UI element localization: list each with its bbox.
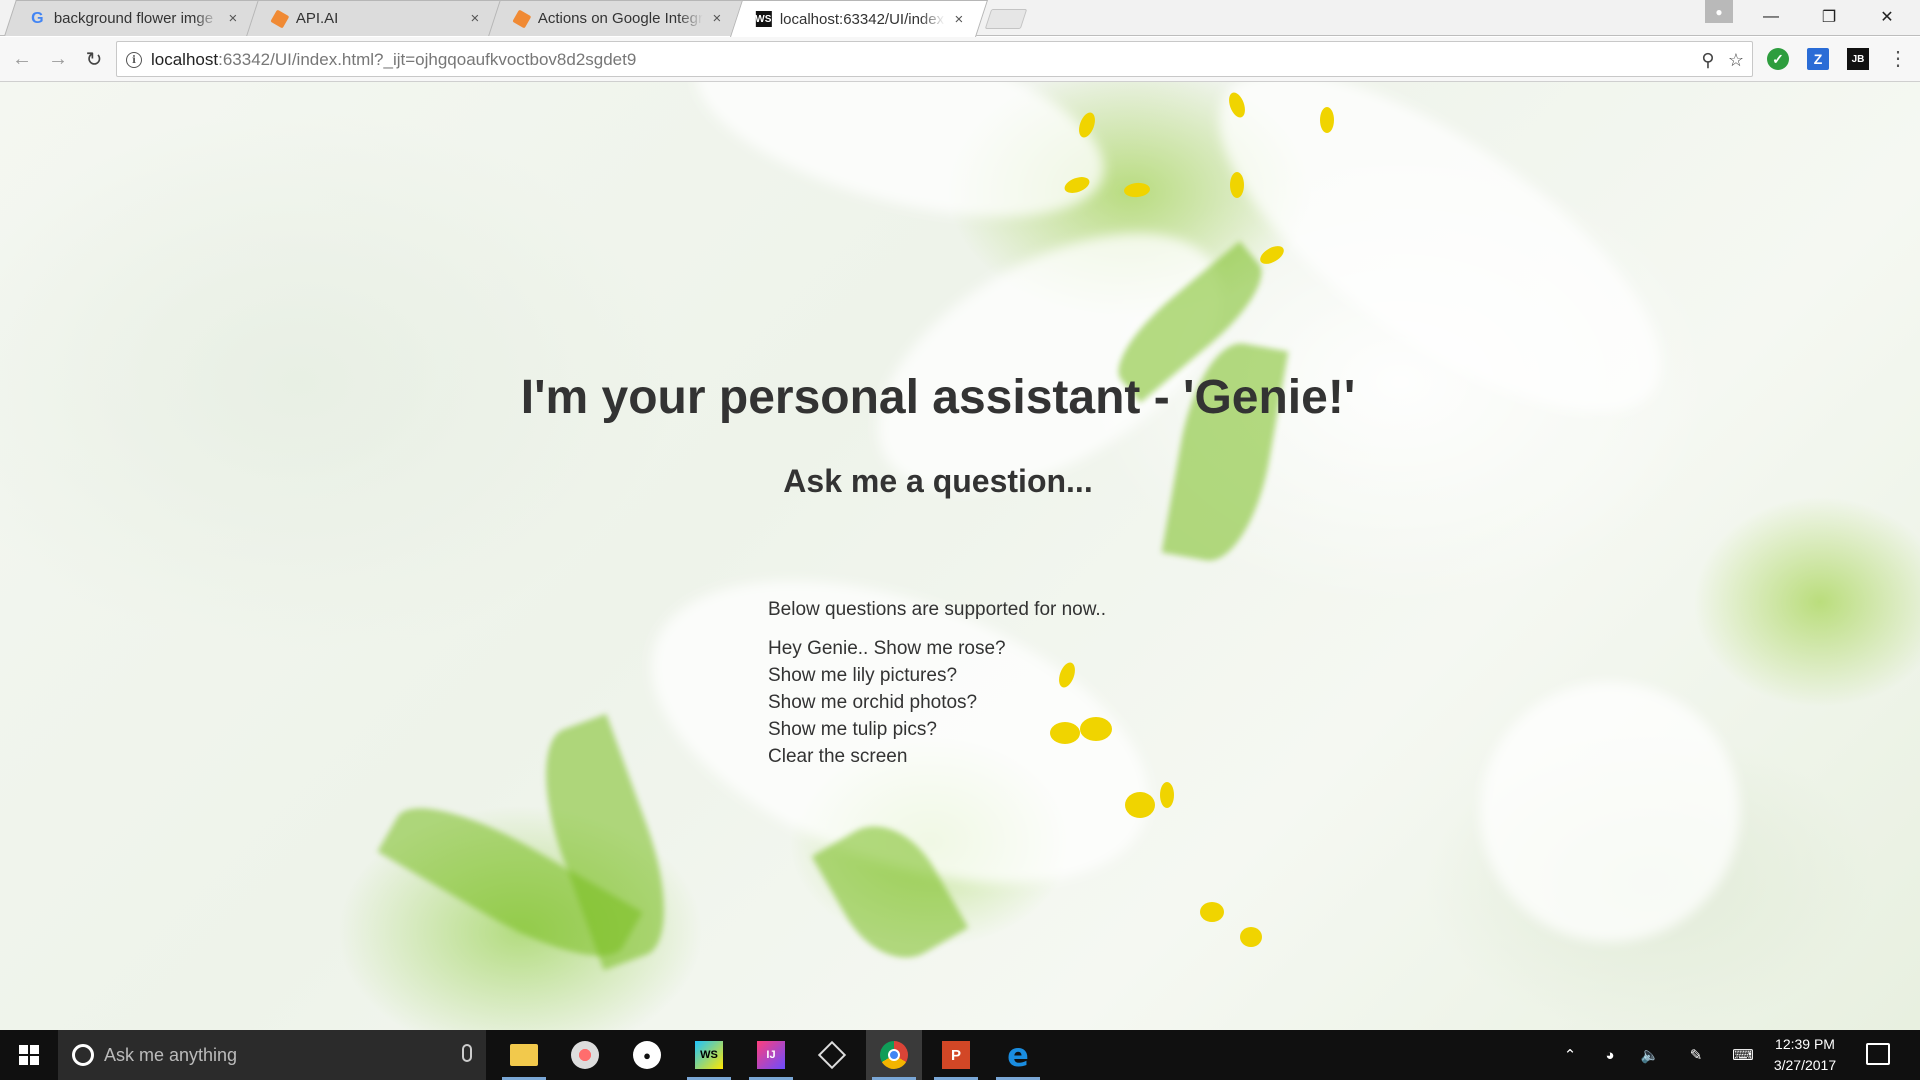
volume-icon[interactable]: 🔈 <box>1636 1030 1664 1080</box>
extension-z-icon[interactable]: Z <box>1807 48 1829 70</box>
new-tab-button[interactable] <box>984 9 1028 29</box>
back-arrow-icon[interactable]: ← <box>8 45 36 73</box>
close-icon[interactable]: × <box>951 11 967 28</box>
keyboard-icon[interactable]: ⌨ <box>1726 1030 1760 1080</box>
address-bar[interactable]: i localhost:63342/UI/index.html?_ijt=ojh… <box>116 41 1753 77</box>
url-text[interactable]: localhost:63342/UI/index.html?_ijt=ojhgq… <box>151 50 636 70</box>
info-icon[interactable]: i <box>126 52 142 68</box>
snipping-tool-icon <box>571 1041 599 1069</box>
minimize-button[interactable]: — <box>1748 0 1794 34</box>
assistant-panel: I'm your personal assistant - 'Genie!' A… <box>0 82 1920 1030</box>
tab-title: API.AI <box>295 10 339 27</box>
windows-logo-icon <box>19 1045 39 1065</box>
wifi-icon[interactable]: ◕ <box>1596 1030 1624 1080</box>
start-button[interactable] <box>0 1030 58 1080</box>
api-ai-cube-icon <box>511 8 531 29</box>
taskbar-powerpoint[interactable]: P <box>928 1030 984 1080</box>
tab-title: Actions on Google Integr <box>537 10 703 27</box>
pen-icon[interactable]: ✎ <box>1682 1030 1710 1080</box>
zoom-icon[interactable]: ⚲ <box>1697 49 1719 71</box>
page-subtitle: Ask me a question... <box>783 463 1093 499</box>
edge-icon: e <box>1007 1036 1029 1074</box>
taskbar-webstorm[interactable]: WS <box>681 1030 737 1080</box>
question-item-clear[interactable]: Clear the screen <box>768 743 1006 770</box>
restore-button[interactable]: ❐ <box>1806 0 1852 34</box>
webstorm-icon: WS <box>695 1041 723 1069</box>
extension-jetbrains-icon[interactable]: JB <box>1847 48 1869 70</box>
microphone-icon[interactable] <box>462 1044 472 1062</box>
taskbar-edge[interactable]: e <box>990 1030 1046 1080</box>
tab-title: background flower imge <box>53 10 214 27</box>
clock-time: 12:39 PM <box>1775 1036 1835 1052</box>
tab-actions-on-google[interactable]: Actions on Google Integr × <box>488 0 746 36</box>
chrome-icon <box>880 1041 908 1069</box>
taskbar-3d-builder[interactable] <box>804 1030 860 1080</box>
question-item-lily[interactable]: Show me lily pictures? <box>768 662 1006 689</box>
question-item-tulip[interactable]: Show me tulip pics? <box>768 716 1006 743</box>
tab-api-ai[interactable]: API.AI × <box>246 0 504 36</box>
taskbar-github[interactable]: ● <box>619 1030 675 1080</box>
reload-icon[interactable]: ↻ <box>80 45 108 73</box>
close-icon[interactable]: × <box>225 10 241 27</box>
folder-icon <box>510 1044 538 1066</box>
tab-title: localhost:63342/UI/index <box>779 10 945 28</box>
taskbar-clock[interactable]: 12:39 PM 3/27/2017 <box>1760 1034 1850 1076</box>
webstorm-icon: WS <box>755 11 772 28</box>
tab-strip: G background flower imge × API.AI × Acti… <box>0 0 1920 37</box>
notification-icon[interactable] <box>1866 1043 1890 1065</box>
google-g-icon: G <box>31 9 44 27</box>
powerpoint-icon: P <box>942 1041 970 1069</box>
tab-background-flower[interactable]: G background flower imge × <box>4 0 262 36</box>
api-ai-cube-icon <box>269 8 289 29</box>
page-background: I'm your personal assistant - 'Genie!' A… <box>0 82 1920 1030</box>
question-item-rose[interactable]: Hey Genie.. Show me rose? <box>768 635 1006 662</box>
cortana-icon <box>72 1044 94 1066</box>
intellij-icon: IJ <box>757 1041 785 1069</box>
chrome-menu-icon[interactable]: ⋮ <box>1888 47 1908 71</box>
supported-questions-list: Hey Genie.. Show me rose? Show me lily p… <box>768 635 1006 770</box>
taskbar-chrome[interactable] <box>866 1030 922 1080</box>
supported-questions-label: Below questions are supported for now.. <box>768 599 1106 620</box>
extension-check-icon[interactable]: ✓ <box>1767 48 1789 70</box>
close-icon[interactable]: × <box>467 10 483 27</box>
forward-arrow-icon[interactable]: → <box>44 45 72 73</box>
close-icon[interactable]: × <box>709 10 725 27</box>
taskbar-intellij[interactable]: IJ <box>743 1030 799 1080</box>
window-close-button[interactable]: ✕ <box>1864 0 1910 34</box>
cube-icon <box>817 1040 847 1070</box>
search-placeholder: Ask me anything <box>104 1044 238 1065</box>
cortana-search-box[interactable]: Ask me anything <box>58 1030 486 1080</box>
profile-icon[interactable]: ● <box>1705 0 1733 23</box>
windows-taskbar: Ask me anything ● WS IJ P e ⌃ ◕ 🔈 ✎ ⌨ 12… <box>0 1030 1920 1080</box>
bookmark-star-icon[interactable]: ☆ <box>1725 49 1747 71</box>
question-item-orchid[interactable]: Show me orchid photos? <box>768 689 1006 716</box>
browser-toolbar: ← → ↻ i localhost:63342/UI/index.html?_i… <box>0 37 1920 82</box>
tab-localhost[interactable]: WS localhost:63342/UI/index × <box>729 0 989 37</box>
page-title: I'm your personal assistant - 'Genie!' <box>520 371 1356 424</box>
chevron-up-icon[interactable]: ⌃ <box>1556 1030 1584 1080</box>
github-icon: ● <box>633 1041 661 1069</box>
taskbar-file-explorer[interactable] <box>496 1030 552 1080</box>
taskbar-snipping-tool[interactable] <box>557 1030 613 1080</box>
clock-date: 3/27/2017 <box>1773 1057 1837 1073</box>
